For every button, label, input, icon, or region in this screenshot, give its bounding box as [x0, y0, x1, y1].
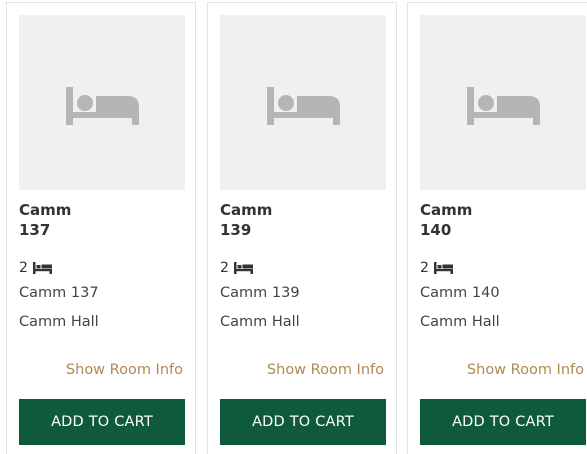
room-card: Camm 137 2 Camm 137 Camm Hall Show Room …	[6, 2, 196, 454]
bed-count: 2	[220, 258, 253, 278]
room-image-placeholder	[220, 15, 386, 190]
show-room-info-link[interactable]: Show Room Info	[66, 360, 183, 380]
room-card: Camm 139 2 Camm 139 Camm Hall Show Room …	[207, 2, 397, 454]
hall-name: Camm Hall	[420, 314, 500, 330]
hall-name: Camm Hall	[220, 314, 300, 330]
hall-name: Camm Hall	[19, 314, 99, 330]
add-to-cart-button[interactable]: ADD TO CART	[420, 399, 586, 445]
room-building: Camm	[220, 201, 273, 219]
bed-count-value: 2	[420, 260, 429, 276]
bed-icon	[66, 87, 139, 125]
bed-count-value: 2	[19, 260, 28, 276]
small-bed-icon	[32, 262, 52, 274]
bed-count: 2	[420, 258, 453, 278]
room-title: Camm 137	[19, 200, 71, 240]
room-title: Camm 139	[220, 200, 272, 240]
room-image-placeholder	[420, 15, 586, 190]
bed-icon	[467, 87, 540, 125]
small-bed-icon	[233, 262, 253, 274]
room-number: 140	[420, 221, 452, 239]
bed-icon	[267, 87, 340, 125]
bed-count-value: 2	[220, 260, 229, 276]
add-to-cart-button[interactable]: ADD TO CART	[220, 399, 386, 445]
room-building: Camm	[19, 201, 72, 219]
room-number: 139	[220, 221, 252, 239]
room-card-list: Camm 137 2 Camm 137 Camm Hall Show Room …	[0, 0, 587, 454]
show-room-info-link[interactable]: Show Room Info	[267, 360, 384, 380]
add-to-cart-button[interactable]: ADD TO CART	[19, 399, 185, 445]
room-card: Camm 140 2 Camm 140 Camm Hall Show Room …	[407, 2, 587, 454]
show-room-info-link[interactable]: Show Room Info	[467, 360, 584, 380]
room-number: 137	[19, 221, 51, 239]
small-bed-icon	[433, 262, 453, 274]
room-image-placeholder	[19, 15, 185, 190]
room-name: Camm 137	[19, 285, 99, 301]
room-title: Camm 140	[420, 200, 472, 240]
room-building: Camm	[420, 201, 473, 219]
bed-count: 2	[19, 258, 52, 278]
room-name: Camm 140	[420, 285, 500, 301]
room-name: Camm 139	[220, 285, 300, 301]
